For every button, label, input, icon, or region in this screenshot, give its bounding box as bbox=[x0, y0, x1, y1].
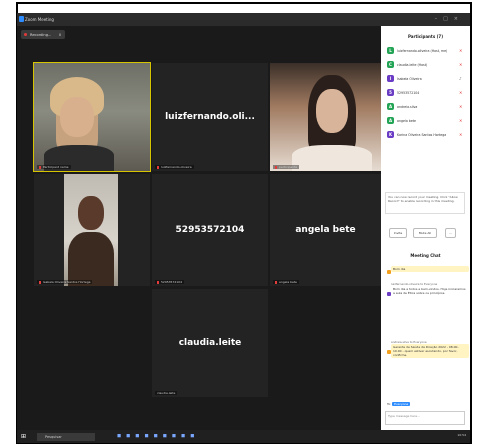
mic-muted-icon[interactable]: ✕ bbox=[459, 62, 465, 67]
mic-muted-icon bbox=[157, 165, 159, 169]
participant-name: Karina Oliveira Santos Hortega bbox=[397, 133, 447, 137]
participant-face bbox=[78, 196, 104, 230]
participant-avatar: L bbox=[387, 47, 394, 54]
participant-avatar: K bbox=[387, 131, 394, 138]
participant-display-name: 52953572104 bbox=[175, 225, 245, 235]
mic-muted-icon[interactable]: ✕ bbox=[459, 104, 465, 109]
sender-avatar bbox=[387, 350, 391, 354]
participant-name: Isabela Oliveira bbox=[397, 77, 422, 81]
participant-row[interactable]: I Isabela Oliveira ♪ bbox=[387, 74, 467, 84]
mute-all-button[interactable]: Mute All bbox=[413, 228, 437, 238]
taskbar-search[interactable]: Pesquisar bbox=[37, 433, 95, 441]
invite-button[interactable]: Invite bbox=[389, 228, 407, 238]
participant-shoulders bbox=[292, 145, 372, 171]
chat-recipient[interactable]: To: Everyone bbox=[387, 402, 411, 406]
participant-avatar: I bbox=[387, 75, 394, 82]
window-controls[interactable]: –□× bbox=[435, 16, 464, 22]
sender-avatar bbox=[387, 270, 391, 274]
participant-video bbox=[64, 174, 118, 286]
video-tile-5[interactable]: 52953572104 52953572104 bbox=[152, 174, 268, 286]
participant-name: andreia.silva bbox=[397, 105, 418, 109]
zoom-app-icon bbox=[19, 16, 24, 22]
windows-taskbar: ⊞ Pesquisar ◼◼◼◼◼◼◼◼◼ 10:54 bbox=[17, 430, 470, 443]
video-tile-7[interactable]: claudia.leite claudia.leite bbox=[152, 289, 268, 397]
participants-title: Participants (7) bbox=[407, 34, 444, 39]
mic-muted-icon[interactable]: ✕ bbox=[459, 118, 465, 123]
message-text: Bom dia a todos e bem-vindos. Hoje inici… bbox=[391, 286, 469, 296]
participant-display-name: angela bete bbox=[295, 225, 356, 235]
participant-row[interactable]: A angela bete ✕ bbox=[387, 116, 467, 126]
mic-muted-icon bbox=[39, 280, 41, 284]
chat-message: andreia.silva to Everyone Gerente de Saú… bbox=[387, 340, 469, 358]
more-options-button[interactable]: ... bbox=[445, 228, 456, 238]
video-tile-4[interactable]: Isabela Oliveira Santos Hortega bbox=[34, 174, 150, 286]
participant-row[interactable]: K Karina Oliveira Santos Hortega ✕ bbox=[387, 130, 467, 140]
tile-name-label: 52953572104 bbox=[155, 280, 184, 284]
title-bar: Zoom Meeting –□× bbox=[17, 13, 470, 26]
chat-message: luizfernando.oliveira to Everyone Bom di… bbox=[387, 282, 469, 296]
tile-name-label: claudia.leite bbox=[155, 391, 178, 395]
mic-icon[interactable]: ♪ bbox=[459, 76, 465, 81]
record-icon bbox=[24, 33, 27, 36]
participant-name: luizfernando.oliveira (Host, me) bbox=[397, 49, 448, 53]
mic-muted-icon[interactable]: ✕ bbox=[459, 132, 465, 137]
participant-name: angela bete bbox=[397, 119, 417, 123]
side-panel: Participants (7) L luizfernando.oliveira… bbox=[381, 26, 470, 430]
window-title: Zoom Meeting bbox=[25, 17, 54, 22]
tile-name-label: luizfernando.oliveira bbox=[155, 165, 194, 169]
tile-name-label: Participant name bbox=[37, 165, 71, 169]
participant-face bbox=[60, 97, 94, 137]
taskbar-clock: 10:54 bbox=[457, 433, 466, 437]
video-tile-2[interactable]: luizfernando.oli... luizfernando.oliveir… bbox=[152, 63, 268, 171]
mic-muted-icon bbox=[39, 165, 41, 169]
participant-row[interactable]: L luizfernando.oliveira (Host, me) ✕ bbox=[387, 46, 467, 56]
taskbar-apps-icons[interactable]: ◼◼◼◼◼◼◼◼◼ bbox=[117, 433, 199, 439]
windows-start-icon[interactable]: ⊞ bbox=[21, 433, 26, 440]
participant-face bbox=[316, 89, 348, 133]
chat-title: Meeting Chat bbox=[410, 253, 441, 258]
participant-avatar: A bbox=[387, 103, 394, 110]
mic-muted-icon bbox=[275, 280, 277, 284]
zoom-window: Zoom Meeting –□× Recording... ॥ Particip… bbox=[17, 13, 470, 443]
participant-display-name: luizfernando.oli... bbox=[165, 112, 255, 122]
participant-shoulders bbox=[68, 232, 114, 286]
message-text: Gerente de Saúde da Direção 2022 - 08.00… bbox=[391, 344, 469, 358]
participant-row[interactable]: 5 52953572104 ✕ bbox=[387, 88, 467, 98]
mic-muted-icon[interactable]: ✕ bbox=[459, 90, 465, 95]
recording-label: Recording... bbox=[30, 32, 52, 37]
recording-notice: You can now record your meeting. Click "… bbox=[385, 192, 465, 214]
message-text: Bom dia bbox=[391, 266, 469, 272]
recording-indicator[interactable]: Recording... ॥ bbox=[21, 30, 65, 39]
participant-avatar: C bbox=[387, 61, 394, 68]
video-tile-3[interactable]: participante bbox=[270, 63, 381, 171]
mic-muted-icon bbox=[157, 280, 159, 284]
tile-name-label: Isabela Oliveira Santos Hortega bbox=[37, 280, 93, 284]
recipient-selector[interactable]: Everyone bbox=[392, 402, 411, 406]
participant-display-name: claudia.leite bbox=[178, 338, 242, 348]
tile-name-label: participante bbox=[273, 165, 300, 169]
chat-input[interactable]: Type message here... bbox=[385, 411, 465, 425]
sender-avatar bbox=[387, 292, 391, 296]
participant-name: claudia.leite (Host) bbox=[397, 63, 428, 67]
mic-muted-icon bbox=[275, 165, 277, 169]
tile-name-label: angela bete bbox=[273, 280, 299, 284]
participant-row[interactable]: A andreia.silva ✕ bbox=[387, 102, 467, 112]
participant-row[interactable]: C claudia.leite (Host) ✕ bbox=[387, 60, 467, 70]
video-tile-1[interactable]: Participant name bbox=[33, 62, 151, 172]
mic-muted-icon[interactable]: ✕ bbox=[459, 48, 465, 53]
participant-name: 52953572104 bbox=[397, 91, 420, 95]
video-tile-6[interactable]: angela bete angela bete bbox=[270, 174, 381, 286]
pause-icon[interactable]: ॥ bbox=[59, 32, 61, 38]
participant-avatar: A bbox=[387, 117, 394, 124]
chat-message: Bom dia bbox=[387, 266, 469, 274]
participant-avatar: 5 bbox=[387, 89, 394, 96]
